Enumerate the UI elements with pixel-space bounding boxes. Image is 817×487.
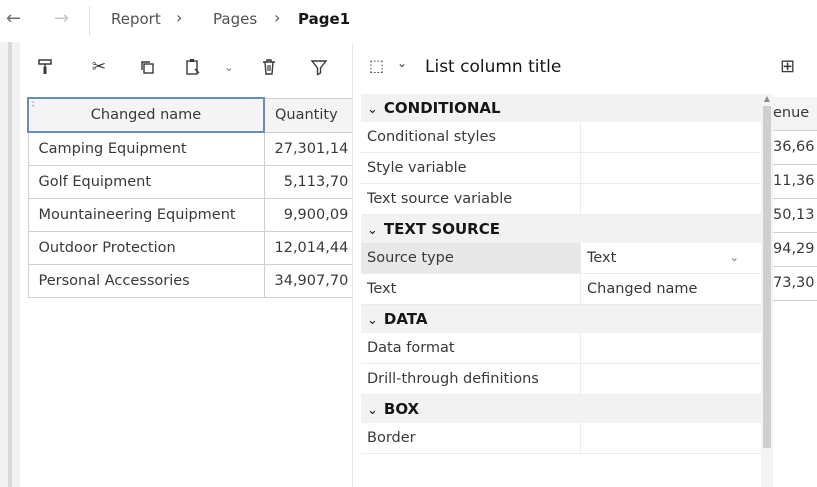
property-value[interactable] [580,184,761,214]
panel-header: ⬚ ⌄ List column title [353,44,773,94]
section-data[interactable]: ⌄ DATA [361,305,761,333]
property-row[interactable]: Conditional styles [361,122,761,153]
cell-quantity[interactable]: 9,900,09 [263,198,360,232]
left-rail [0,42,20,487]
property-key: Data format [367,340,455,356]
table-row[interactable]: Camping Equipment 27,301,14 [27,131,360,166]
divider [89,6,90,36]
properties-panel: ⬚ ⌄ List column title ⌄ CONDITIONAL Condi… [352,44,773,487]
table-row[interactable]: Personal Accessories 34,907,70 [27,264,360,298]
property-key: Text [367,281,397,297]
selection-handle-icon: ∶ [32,100,35,110]
section-box[interactable]: ⌄ BOX [361,395,761,423]
toolbar: ✂ ⌄ [20,42,350,92]
cell-product-line[interactable]: Mountaineering Equipment [27,198,265,232]
cut-icon[interactable]: ✂ [86,54,112,80]
section-text-source[interactable]: ⌄ TEXT SOURCE [361,215,761,243]
scroll-up-icon[interactable]: ▲ [761,94,773,103]
property-key: Drill-through definitions [367,371,539,387]
section-label: BOX [383,400,420,418]
property-row[interactable]: Drill-through definitions [361,364,761,395]
cell-quantity[interactable]: 34,907,70 [263,264,360,298]
property-key: Text source variable [367,191,513,207]
cell-quantity[interactable]: 12,014,44 [263,231,360,265]
paint-format-icon[interactable] [32,54,58,80]
chevron-right-icon: › [176,8,183,27]
property-key: Source type [361,243,580,273]
panel-title: List column title [425,57,562,77]
property-row[interactable]: Source type Text ⌄ [361,243,761,274]
select-ancestor-icon[interactable]: ⬚ [369,56,384,75]
breadcrumb-report[interactable]: Report [111,10,161,28]
table-row[interactable]: Outdoor Protection 12,014,44 [27,231,360,265]
cell-revenue[interactable]: 50,13 [773,199,817,233]
chevron-down-icon: ⌄ [367,102,378,117]
filter-icon[interactable] [306,54,332,80]
property-row[interactable]: Text source variable [361,184,761,215]
property-value[interactable] [580,333,761,363]
source-type-select[interactable]: Text ⌄ [580,243,761,273]
chevron-down-icon[interactable]: ⌄ [216,54,242,80]
top-bar: ← → Report › Pages › Page1 [0,0,817,42]
chevron-down-icon: ⌄ [729,251,739,264]
property-value[interactable]: Changed name [580,274,761,304]
section-label: DATA [383,310,428,328]
property-value[interactable] [580,153,761,183]
table-header-row: ∶ Changed name Quantity [27,97,360,133]
chevron-down-icon: ⌄ [367,223,378,238]
property-row[interactable]: Border [361,423,761,454]
section-label: TEXT SOURCE [383,220,500,238]
property-value[interactable] [580,364,761,394]
chevron-down-icon: ⌄ [367,403,378,418]
cell-product-line[interactable]: Golf Equipment [27,165,265,199]
section-conditional[interactable]: ⌄ CONDITIONAL [361,94,761,122]
property-row[interactable]: Data format [361,333,761,364]
delete-icon[interactable] [256,54,282,80]
column-header-quantity[interactable]: Quantity [263,97,360,133]
select-value: Text [587,250,617,266]
breadcrumb-page1[interactable]: Page1 [298,10,350,28]
cell-product-line[interactable]: Camping Equipment [27,131,265,166]
chevron-down-icon: ⌄ [367,313,378,328]
arrow-left-icon[interactable]: ← [6,8,21,29]
header-label: Changed name [90,107,202,123]
cell-revenue[interactable]: 36,66 [773,131,817,165]
property-key: Conditional styles [367,129,497,145]
property-key: Border [367,430,416,446]
copy-icon[interactable] [134,54,160,80]
property-row[interactable]: Style variable [361,153,761,184]
table-row[interactable]: Golf Equipment 5,113,70 [27,165,360,199]
revenue-column: enue 36,66 11,36 50,13 94,29 73,30 [773,97,817,301]
property-row[interactable]: Text Changed name [361,274,761,305]
scrollbar-thumb[interactable] [763,106,771,448]
cell-revenue[interactable]: 11,36 [773,165,817,199]
cell-quantity[interactable]: 27,301,14 [263,131,360,166]
chevron-down-icon[interactable]: ⌄ [397,56,407,70]
breadcrumb-pages[interactable]: Pages [213,10,257,28]
property-value[interactable] [580,423,761,453]
table-row[interactable]: Mountaineering Equipment 9,900,09 [27,198,360,232]
section-label: CONDITIONAL [383,99,501,117]
property-key: Style variable [367,160,467,176]
chevron-right-icon: › [274,8,281,27]
properties-list: ⌄ CONDITIONAL Conditional styles Style va… [361,94,761,487]
cell-revenue[interactable]: 94,29 [773,233,817,267]
report-list: ∶ Changed name Quantity Camping Equipmen… [27,97,360,298]
cell-revenue[interactable]: 73,30 [773,267,817,301]
column-header-changed-name[interactable]: ∶ Changed name [27,97,265,133]
arrow-right-icon[interactable]: → [54,8,69,29]
property-value[interactable] [580,122,761,152]
column-header-revenue[interactable]: enue [773,97,817,131]
grid-icon[interactable]: ⊞ [780,56,795,77]
paste-icon[interactable] [180,54,206,80]
cell-product-line[interactable]: Personal Accessories [27,264,265,298]
cell-product-line[interactable]: Outdoor Protection [27,231,265,265]
cell-quantity[interactable]: 5,113,70 [263,165,360,199]
